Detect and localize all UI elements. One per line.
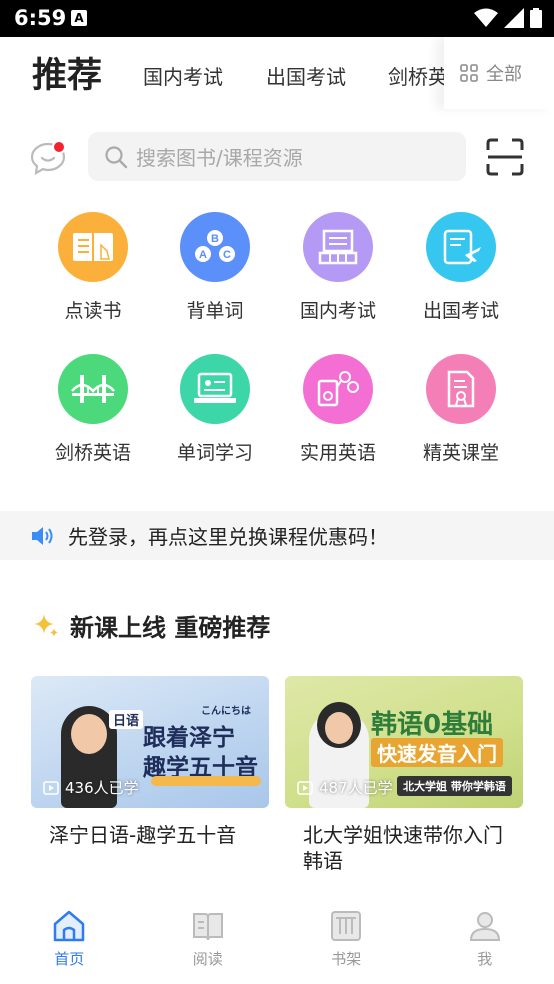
learner-count: 487人已学 [297, 777, 393, 798]
category-practical-english[interactable]: 实用英语 [278, 354, 398, 465]
wifi-icon [474, 8, 498, 27]
section-title: 新课上线 重磅推荐 [70, 614, 271, 642]
category-dianduben[interactable]: 点读书 [33, 212, 153, 323]
all-categories-label: 全部 [486, 64, 522, 85]
home-icon [54, 910, 85, 942]
bookshelf-icon [331, 911, 362, 941]
nav-label: 首页 [54, 950, 85, 968]
category-word-learning[interactable]: 单词学习 [155, 354, 275, 465]
sparkle-icon [34, 613, 58, 637]
abc-letters-icon: BA C [180, 212, 250, 282]
top-tabs: 推荐 国内考试 出国考试 剑桥英语 全部 [0, 37, 554, 109]
nav-label: 书架 [331, 950, 362, 968]
thumb-hello: こんにちは [201, 706, 251, 717]
thumb-line1: 韩语0基础 [371, 710, 494, 740]
category-cambridge-english[interactable]: 剑桥英语 [33, 354, 153, 465]
course-card-japanese[interactable]: 日语 こんにちは 跟着泽宁 趣学五十音 436人已学 泽宁日语-趣学五十音 [31, 676, 269, 848]
presenter-face [325, 712, 353, 744]
play-icon [297, 780, 313, 795]
svg-text:A: A [199, 249, 207, 261]
play-icon [43, 780, 59, 795]
nav-bookshelf[interactable]: 书架 [277, 900, 416, 984]
course-thumbnail: 日语 こんにちは 跟着泽宁 趣学五十音 436人已学 [31, 676, 269, 808]
signal-icon [504, 8, 524, 28]
category-label: 出国考试 [422, 300, 499, 322]
battery-icon [530, 8, 542, 28]
book-reader-icon [58, 212, 128, 282]
learner-count-text: 487人已学 [319, 779, 393, 797]
svg-text:C: C [223, 249, 231, 261]
tab-abroad-exam[interactable]: 出国考试 [266, 61, 346, 90]
category-domestic-exam[interactable]: 国内考试 [278, 212, 398, 323]
section-header: 新课上线 重磅推荐 [32, 608, 270, 643]
nav-home[interactable]: 首页 [0, 900, 139, 984]
thumb-tag: 日语 [109, 710, 144, 729]
category-abroad-exam[interactable]: 出国考试 [401, 212, 521, 323]
thumb-line2: 快速发音入门 [371, 738, 503, 767]
all-categories-button[interactable]: 全部 [444, 37, 554, 109]
search-icon [105, 145, 128, 168]
status-icons [474, 8, 542, 28]
category-vocabulary[interactable]: BA C 背单词 [155, 212, 275, 323]
plane-document-icon [426, 212, 496, 282]
nav-label: 我 [477, 950, 493, 968]
scan-icon [486, 138, 524, 176]
grid-icon [460, 64, 478, 82]
category-elite-class[interactable]: 精英课堂 [401, 354, 521, 465]
category-label: 剑桥英语 [54, 442, 131, 464]
thumb-underline [151, 776, 261, 786]
category-label: 背单词 [186, 300, 244, 322]
user-icon [469, 912, 500, 941]
unread-badge [52, 140, 66, 154]
tab-domestic-exam[interactable]: 国内考试 [143, 61, 223, 90]
laptop-card-icon [180, 354, 250, 424]
building-exam-icon [303, 212, 373, 282]
course-title: 泽宁日语-趣学五十音 [49, 823, 237, 847]
certificate-icon [426, 354, 496, 424]
notification-a-icon: A [71, 10, 87, 26]
nav-me[interactable]: 我 [416, 900, 554, 984]
search-placeholder: 搜索图书/课程资源 [136, 146, 303, 170]
learner-count: 436人已学 [43, 777, 139, 798]
open-book-icon [192, 913, 223, 941]
course-title: 北大学姐快速带你入门韩语 [303, 823, 503, 873]
nav-label: 阅读 [192, 950, 223, 968]
bridge-icon [58, 354, 128, 424]
svg-text:B: B [211, 233, 219, 245]
category-label: 实用英语 [299, 442, 376, 464]
status-time: 6:59 [14, 6, 67, 30]
nav-reading[interactable]: 阅读 [139, 900, 278, 984]
media-player-icon [303, 354, 373, 424]
thumb-banner: 北大学姐 带你学韩语 [397, 776, 512, 796]
notice-bar[interactable]: 先登录，再点这里兑换课程优惠码！ [0, 511, 554, 560]
course-card-korean[interactable]: 韩语0基础 快速发音入门 北大学姐 带你学韩语 487人已学 北大学姐快速带你入… [285, 676, 523, 874]
course-thumbnail: 韩语0基础 快速发音入门 北大学姐 带你学韩语 487人已学 [285, 676, 523, 808]
category-label: 国内考试 [299, 300, 376, 322]
status-bar: 6:59 A [0, 0, 554, 37]
search-input[interactable]: 搜索图书/课程资源 [88, 132, 466, 181]
tab-cambridge-english[interactable]: 剑桥英语 [388, 61, 446, 90]
category-label: 单词学习 [176, 442, 253, 464]
thumb-line1: 跟着泽宁 [143, 725, 235, 751]
tab-recommend[interactable]: 推荐 [32, 47, 102, 98]
scan-button[interactable] [486, 138, 524, 176]
category-label: 精英课堂 [422, 442, 499, 464]
presenter-face [71, 714, 107, 754]
speaker-icon [32, 526, 53, 545]
learner-count-text: 436人已学 [65, 779, 139, 797]
bottom-nav: 首页 阅读 书架 我 [0, 900, 554, 984]
category-label: 点读书 [64, 300, 122, 322]
notice-text: 先登录，再点这里兑换课程优惠码！ [68, 525, 388, 549]
